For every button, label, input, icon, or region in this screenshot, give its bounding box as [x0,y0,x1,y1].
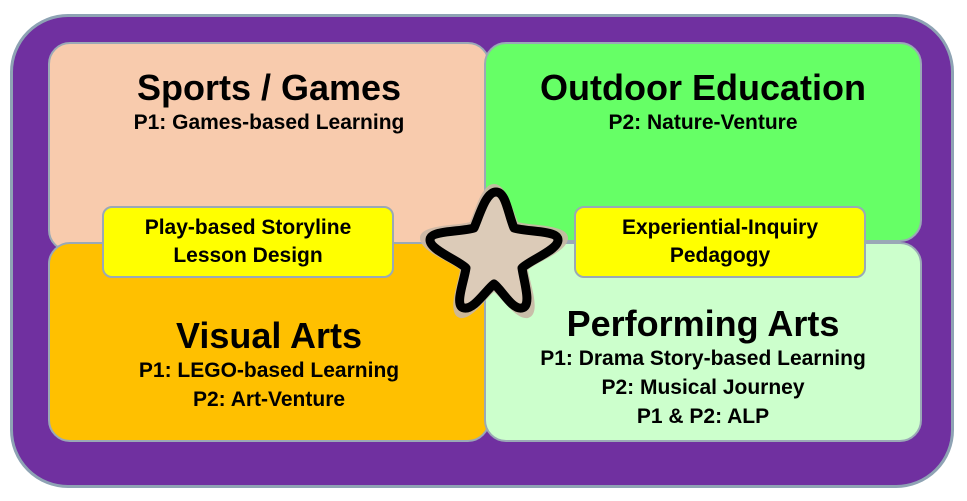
quadrant-title: Outdoor Education [540,67,866,108]
quadrant-line: P2: Musical Journey [601,376,805,399]
callout-experiential-inquiry: Experiential-Inquiry Pedagogy [574,206,866,278]
star-icon [420,184,568,319]
quadrant-line: P1: Drama Story-based Learning [540,347,866,370]
quadrant-title: Visual Arts [175,315,363,356]
quadrant-title: Sports / Games [136,67,402,108]
callout-line: Pedagogy [669,244,771,267]
callout-line: Play-based Storyline [144,216,352,239]
callout-line: Experiential-Inquiry [621,216,819,239]
quadrant-line: P2: Art-Venture [192,388,346,411]
quadrant-line: P1 & P2: ALP [636,405,770,428]
quadrant-line: P2: Nature-Venture [608,111,798,134]
quadrant-line: P1: Games-based Learning [133,111,405,134]
callout-play-based-storyline: Play-based Storyline Lesson Design [102,206,394,278]
callout-line: Lesson Design [173,244,323,267]
quadrant-line: P1: LEGO-based Learning [138,359,400,382]
